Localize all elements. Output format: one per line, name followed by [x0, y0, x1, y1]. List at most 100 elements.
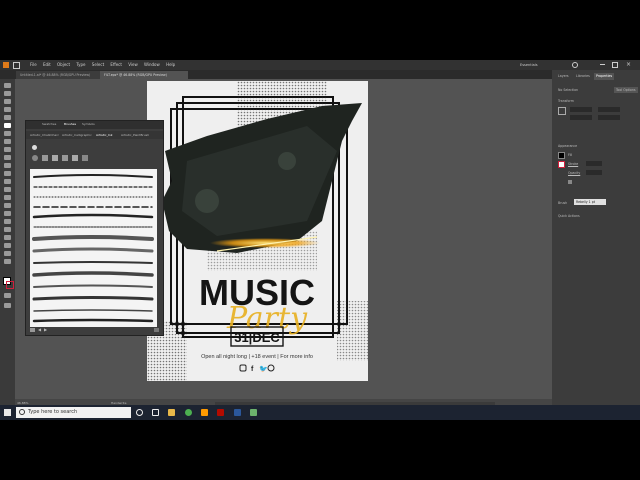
- fill-swatch-icon[interactable]: [558, 152, 565, 159]
- cortana-icon[interactable]: [136, 409, 143, 416]
- menu-window[interactable]: Window: [144, 60, 160, 70]
- curvature-tool-icon[interactable]: [4, 115, 11, 120]
- drawing-mode-icon[interactable]: [4, 293, 11, 298]
- perspective-tool-icon[interactable]: [4, 211, 11, 216]
- workspace-switcher[interactable]: Essentials: [520, 63, 538, 67]
- brush-stroke-7: [32, 235, 154, 241]
- task-view-icon[interactable]: [152, 409, 159, 416]
- brush-stroke-10: [32, 271, 154, 277]
- brush-ink-icon[interactable]: [52, 155, 58, 161]
- type-tool-icon[interactable]: [4, 123, 11, 128]
- close-button[interactable]: ×: [626, 61, 631, 69]
- brush-spray-icon[interactable]: [42, 155, 48, 161]
- brush-splat-icon[interactable]: [32, 155, 38, 161]
- minimize-button[interactable]: [600, 64, 605, 65]
- tab-filt[interactable]: FILT.eps* @ 46.88% (RGB/GPU Preview): [100, 71, 188, 79]
- chrome-icon[interactable]: [185, 409, 192, 416]
- next-library-icon[interactable]: ▶: [44, 327, 47, 332]
- tab-swatches[interactable]: Swatches: [42, 122, 56, 126]
- menu-file[interactable]: File: [30, 60, 37, 70]
- lib-tab-chalk[interactable]: Artistic_ChalkCharc: [30, 133, 59, 137]
- prev-library-icon[interactable]: ◀: [38, 327, 41, 332]
- lib-tab-calligraphic[interactable]: Artistic_Calligraphic: [62, 133, 92, 137]
- tab-properties[interactable]: Properties: [594, 73, 615, 80]
- menu-help[interactable]: Help: [166, 60, 175, 70]
- stroke-swatch-icon[interactable]: [6, 281, 14, 289]
- menu-object[interactable]: Object: [57, 60, 70, 70]
- eyedropper-tool-icon[interactable]: [4, 235, 11, 240]
- artboard-poster[interactable]: MUSIC Party 31|DEC Open all night long |…: [147, 81, 368, 381]
- brush-fan-icon[interactable]: [62, 155, 68, 161]
- tool-options-button[interactable]: Tool Options: [614, 87, 638, 93]
- x-field[interactable]: [570, 107, 592, 112]
- pencil-tool-icon[interactable]: [4, 155, 11, 160]
- acrobat-icon[interactable]: [217, 409, 224, 416]
- rotate-tool-icon[interactable]: [4, 171, 11, 176]
- menu-select[interactable]: Select: [92, 60, 104, 70]
- brush-dot-icon[interactable]: [32, 145, 37, 150]
- rectangle-tool-icon[interactable]: [4, 139, 11, 144]
- tab-layers[interactable]: Layers: [556, 73, 571, 80]
- warp-tool-icon[interactable]: [4, 187, 11, 192]
- opacity-label[interactable]: Opacity: [568, 171, 580, 175]
- resize-grip-icon[interactable]: [154, 328, 159, 332]
- brush-blot-icon[interactable]: [82, 155, 88, 161]
- appearance-heading: Appearance: [558, 144, 578, 148]
- brushes-panel[interactable]: Swatches Brushes Symbols Artistic_ChalkC…: [25, 120, 164, 336]
- eraser-tool-icon[interactable]: [4, 163, 11, 168]
- photos-icon[interactable]: [250, 409, 257, 416]
- lib-tab-ink[interactable]: Artistic_Ink: [96, 133, 113, 137]
- tab-brushes[interactable]: Brushes: [64, 122, 76, 126]
- stroke-swatch-icon[interactable]: [558, 161, 565, 168]
- mesh-tool-icon[interactable]: [4, 219, 11, 224]
- paintbrush-tool-icon[interactable]: [4, 147, 11, 152]
- fx-icon[interactable]: [568, 180, 572, 184]
- opacity-field[interactable]: [586, 170, 602, 175]
- menu-view[interactable]: View: [128, 60, 138, 70]
- taskbar-search-box[interactable]: Type here to search: [16, 407, 131, 418]
- home-icon[interactable]: [13, 62, 20, 69]
- blend-tool-icon[interactable]: [4, 243, 11, 248]
- file-explorer-icon[interactable]: [168, 409, 175, 416]
- brush-icon-grid: [30, 143, 90, 165]
- brush-library-menu-icon[interactable]: [30, 328, 35, 332]
- brush-stroke-9: [33, 261, 153, 264]
- search-icon[interactable]: [572, 62, 578, 68]
- lib-tab-paintbrush[interactable]: Artistic_PaintBrush: [121, 133, 149, 137]
- brush-select[interactable]: Rebelly 1 pt: [574, 199, 606, 205]
- reference-point-icon[interactable]: [558, 107, 566, 115]
- windows-start-icon[interactable]: [4, 409, 11, 416]
- menu-edit[interactable]: Edit: [43, 60, 51, 70]
- w-field[interactable]: [598, 107, 620, 112]
- shape-builder-tool-icon[interactable]: [4, 203, 11, 208]
- stroke-label[interactable]: Stroke: [568, 162, 578, 166]
- quick-actions-heading: Quick Actions: [558, 214, 580, 218]
- tab-untitled[interactable]: Untitled-1.ai* @ 46.88% (RGB/GPU Preview…: [16, 71, 102, 79]
- tab-libraries[interactable]: Libraries: [574, 73, 592, 80]
- gradient-tool-icon[interactable]: [4, 227, 11, 232]
- free-transform-tool-icon[interactable]: [4, 195, 11, 200]
- h-field[interactable]: [598, 115, 620, 120]
- direct-selection-tool-icon[interactable]: [4, 91, 11, 96]
- menu-type[interactable]: Type: [76, 60, 85, 70]
- maximize-button[interactable]: [612, 62, 618, 68]
- brush-chalk-icon[interactable]: [72, 155, 78, 161]
- pen-tool-icon[interactable]: [4, 107, 11, 112]
- halftone-right: [337, 301, 368, 361]
- menu-effect[interactable]: Effect: [110, 60, 122, 70]
- word-icon[interactable]: [234, 409, 241, 416]
- scale-tool-icon[interactable]: [4, 179, 11, 184]
- hand-tool-icon[interactable]: [4, 251, 11, 256]
- brush-stroke-11: [33, 284, 153, 288]
- stroke-weight-field[interactable]: [586, 161, 602, 166]
- tab-symbols[interactable]: Symbols: [82, 122, 95, 126]
- line-tool-icon[interactable]: [4, 131, 11, 136]
- magic-wand-tool-icon[interactable]: [4, 99, 11, 104]
- zoom-tool-icon[interactable]: [4, 259, 11, 264]
- screen-mode-icon[interactable]: [4, 303, 11, 308]
- y-field[interactable]: [570, 115, 592, 120]
- selection-tool-icon[interactable]: [4, 83, 11, 88]
- illustrator-icon[interactable]: [201, 409, 208, 416]
- app-logo-icon[interactable]: [3, 62, 9, 68]
- brush-select-value: Rebelly 1 pt: [576, 200, 596, 204]
